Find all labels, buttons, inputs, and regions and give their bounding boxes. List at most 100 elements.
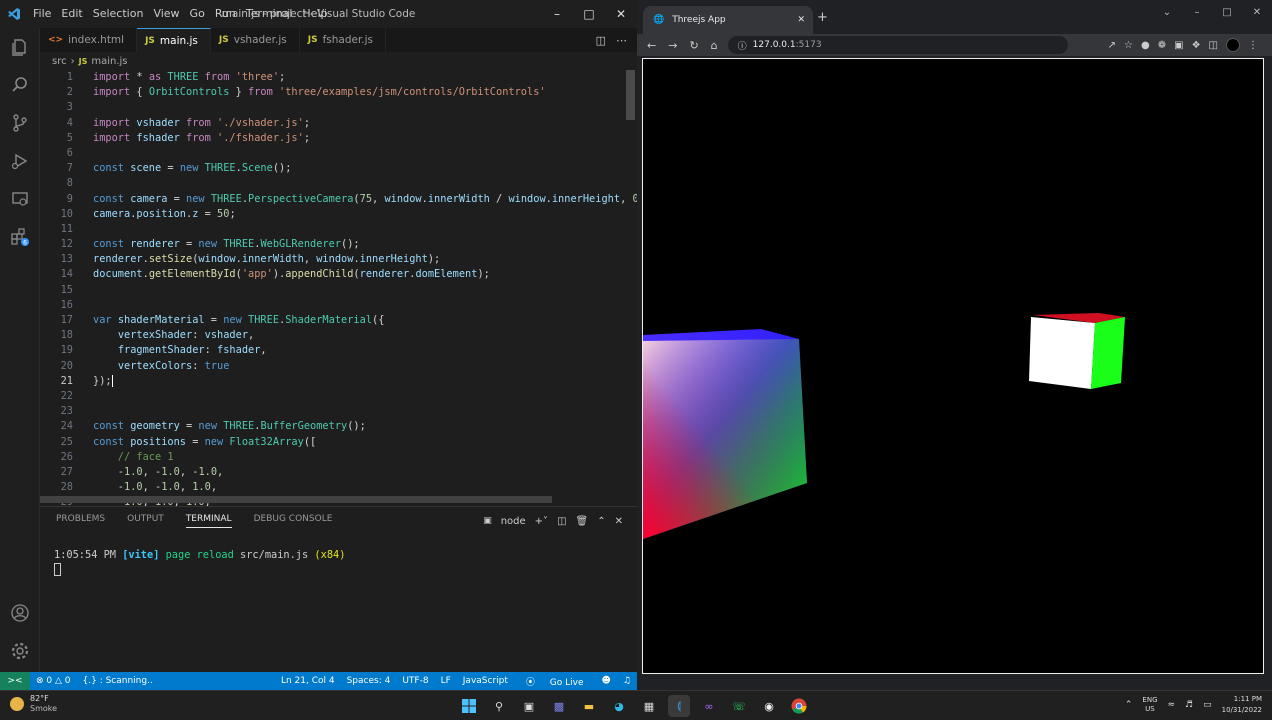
code-line[interactable]: 8 xyxy=(40,176,637,191)
minimize-button[interactable]: – xyxy=(541,0,573,28)
address-bar[interactable]: ⓘ 127.0.0.1:5173 xyxy=(727,36,1068,54)
bookmark-star-icon[interactable]: ☆ xyxy=(1124,40,1133,51)
vscode-taskbar-icon[interactable]: ⟬ xyxy=(668,695,690,717)
code-line[interactable]: 28 -1.0, -1.0, 1.0, xyxy=(40,480,637,495)
browser-tab[interactable]: 🌐 Threejs App ✕ xyxy=(643,6,813,34)
panel-tab-debug-console[interactable]: DEBUG CONSOLE xyxy=(254,514,333,528)
tray-overflow-icon[interactable]: ⌃ xyxy=(1125,700,1133,710)
clock[interactable]: 1:11 PM 10/31/2022 xyxy=(1222,694,1262,716)
new-tab-button[interactable]: + xyxy=(817,10,828,25)
terminal-output[interactable]: 1:05:54 PM [vite] page reload src/main.j… xyxy=(40,535,637,576)
menu-item-file[interactable]: File xyxy=(28,0,56,28)
reload-icon[interactable]: ↻ xyxy=(689,39,698,52)
code-line[interactable]: 16 xyxy=(40,298,637,313)
maximize-button[interactable]: □ xyxy=(573,0,605,28)
code-line[interactable]: 5 import fshader from './fshader.js'; xyxy=(40,131,637,146)
editor-tab[interactable]: <> index.html xyxy=(40,28,138,52)
language-mode[interactable]: JavaScript xyxy=(457,676,514,686)
code-line[interactable]: 27 -1.0, -1.0, -1.0, xyxy=(40,465,637,480)
code-line[interactable]: 19 fragmentShader: fshader, xyxy=(40,343,637,358)
browser-menu-icon[interactable]: ⋮ xyxy=(1248,40,1258,51)
code-line[interactable]: 24 const geometry = new THREE.BufferGeome… xyxy=(40,419,637,434)
menu-item-go[interactable]: Go xyxy=(185,0,210,28)
chrome-icon[interactable] xyxy=(788,695,810,717)
search-icon[interactable] xyxy=(0,66,40,104)
code-line[interactable]: 9 const camera = new THREE.PerspectiveCam… xyxy=(40,192,637,207)
file-explorer-icon[interactable]: ▬ xyxy=(578,695,600,717)
code-line[interactable]: 20 vertexColors: true xyxy=(40,359,637,374)
battery-icon[interactable]: ▭ xyxy=(1203,700,1212,710)
menu-item-view[interactable]: View xyxy=(148,0,184,28)
close-panel-icon[interactable]: ✕ xyxy=(615,516,623,527)
problems-indicator[interactable]: ⊗ 0 △ 0 xyxy=(30,676,77,686)
remote-indicator-icon[interactable]: >< xyxy=(0,672,30,690)
editor-tab[interactable]: JS main.js xyxy=(137,28,211,52)
feedback-icon[interactable]: ☻ xyxy=(596,676,617,686)
eol-status[interactable]: LF xyxy=(435,676,457,686)
whatsapp-icon[interactable]: ☏ xyxy=(728,695,750,717)
maximize-panel-icon[interactable]: ⌃ xyxy=(597,516,605,527)
code-line[interactable]: 12 const renderer = new THREE.WebGLRender… xyxy=(40,237,637,252)
code-line[interactable]: 17 var shaderMaterial = new THREE.ShaderM… xyxy=(40,313,637,328)
menu-item-edit[interactable]: Edit xyxy=(56,0,87,28)
breadcrumb-file[interactable]: main.js xyxy=(91,56,127,67)
split-editor-icon[interactable]: ◫ xyxy=(596,34,606,47)
browser-maximize-button[interactable]: □ xyxy=(1212,0,1242,24)
tab-search-icon[interactable]: ⌄ xyxy=(1152,0,1182,24)
code-line[interactable]: 2 import { OrbitControls } from 'three/ex… xyxy=(40,85,637,100)
weather-widget[interactable]: 82°F Smoke xyxy=(10,694,57,714)
explorer-icon[interactable] xyxy=(0,28,40,66)
split-terminal-icon[interactable]: ◫ xyxy=(557,516,566,527)
close-button[interactable]: ✕ xyxy=(605,0,637,28)
terminal-shell-label[interactable]: node xyxy=(501,516,526,527)
share-icon[interactable]: ↗ xyxy=(1108,40,1116,51)
code-line[interactable]: 15 xyxy=(40,283,637,298)
code-line[interactable]: 1 import * as THREE from 'three'; xyxy=(40,70,637,85)
close-tab-icon[interactable]: ✕ xyxy=(797,15,805,25)
code-line[interactable]: 25 const positions = new Float32Array([ xyxy=(40,435,637,450)
menu-item-help[interactable]: Help xyxy=(297,0,332,28)
panel-tab-output[interactable]: OUTPUT xyxy=(127,514,164,528)
code-line[interactable]: 23 xyxy=(40,404,637,419)
notifications-bell-icon[interactable]: ♫ xyxy=(617,676,637,686)
extensions-puzzle-icon[interactable]: ❖ xyxy=(1192,40,1201,51)
remote-explorer-icon[interactable] xyxy=(0,180,40,218)
code-line[interactable]: 3 xyxy=(40,100,637,115)
cursor-position[interactable]: Ln 21, Col 4 xyxy=(275,676,341,686)
accounts-icon[interactable] xyxy=(0,594,40,632)
edge-browser-icon[interactable]: ◕ xyxy=(608,695,630,717)
visual-studio-icon[interactable]: ∞ xyxy=(698,695,720,717)
obs-recorder-icon[interactable]: ◉ xyxy=(758,695,780,717)
browser-close-button[interactable]: ✕ xyxy=(1242,0,1272,24)
code-editor[interactable]: 1 import * as THREE from 'three'; 2 import … xyxy=(40,70,637,506)
kill-terminal-icon[interactable]: 🗑 xyxy=(576,516,589,527)
extension-gear-icon[interactable]: ❁ xyxy=(1158,40,1166,51)
run-debug-icon[interactable] xyxy=(0,142,40,180)
code-line[interactable]: 14 document.getElementById('app').appendC… xyxy=(40,267,637,282)
extensions-icon[interactable]: 6 xyxy=(0,218,40,256)
code-line[interactable]: 6 xyxy=(40,146,637,161)
language-indicator[interactable]: ENG US xyxy=(1142,696,1157,714)
home-icon[interactable]: ⌂ xyxy=(711,39,718,52)
code-line[interactable]: 7 const scene = new THREE.Scene(); xyxy=(40,161,637,176)
menu-item-terminal[interactable]: Terminal xyxy=(241,0,298,28)
code-line[interactable]: 21}); xyxy=(40,374,637,389)
editor-tab[interactable]: JS fshader.js xyxy=(299,28,387,52)
back-arrow-icon[interactable]: ← xyxy=(647,39,656,52)
site-info-icon[interactable]: ⓘ xyxy=(738,39,747,52)
code-line[interactable]: 18 vertexShader: vshader, xyxy=(40,328,637,343)
task-view-icon[interactable]: ▣ xyxy=(518,695,540,717)
editor-horizontal-scrollbar[interactable] xyxy=(40,496,552,503)
taskbar-search-icon[interactable]: ⚲ xyxy=(488,695,510,717)
wifi-icon[interactable]: ≈ xyxy=(1168,700,1176,710)
menu-item-selection[interactable]: Selection xyxy=(88,0,149,28)
code-line[interactable]: 26 // face 1 xyxy=(40,450,637,465)
more-actions-icon[interactable]: ⋯ xyxy=(616,34,627,47)
microsoft-store-icon[interactable]: ▦ xyxy=(638,695,660,717)
windows-start-icon[interactable] xyxy=(458,695,480,717)
encoding-status[interactable]: UTF-8 xyxy=(396,676,434,686)
settings-gear-icon[interactable] xyxy=(0,632,40,670)
code-line[interactable]: 11 xyxy=(40,222,637,237)
indentation-status[interactable]: Spaces: 4 xyxy=(341,676,397,686)
editor-tab[interactable]: JS vshader.js xyxy=(210,28,300,52)
